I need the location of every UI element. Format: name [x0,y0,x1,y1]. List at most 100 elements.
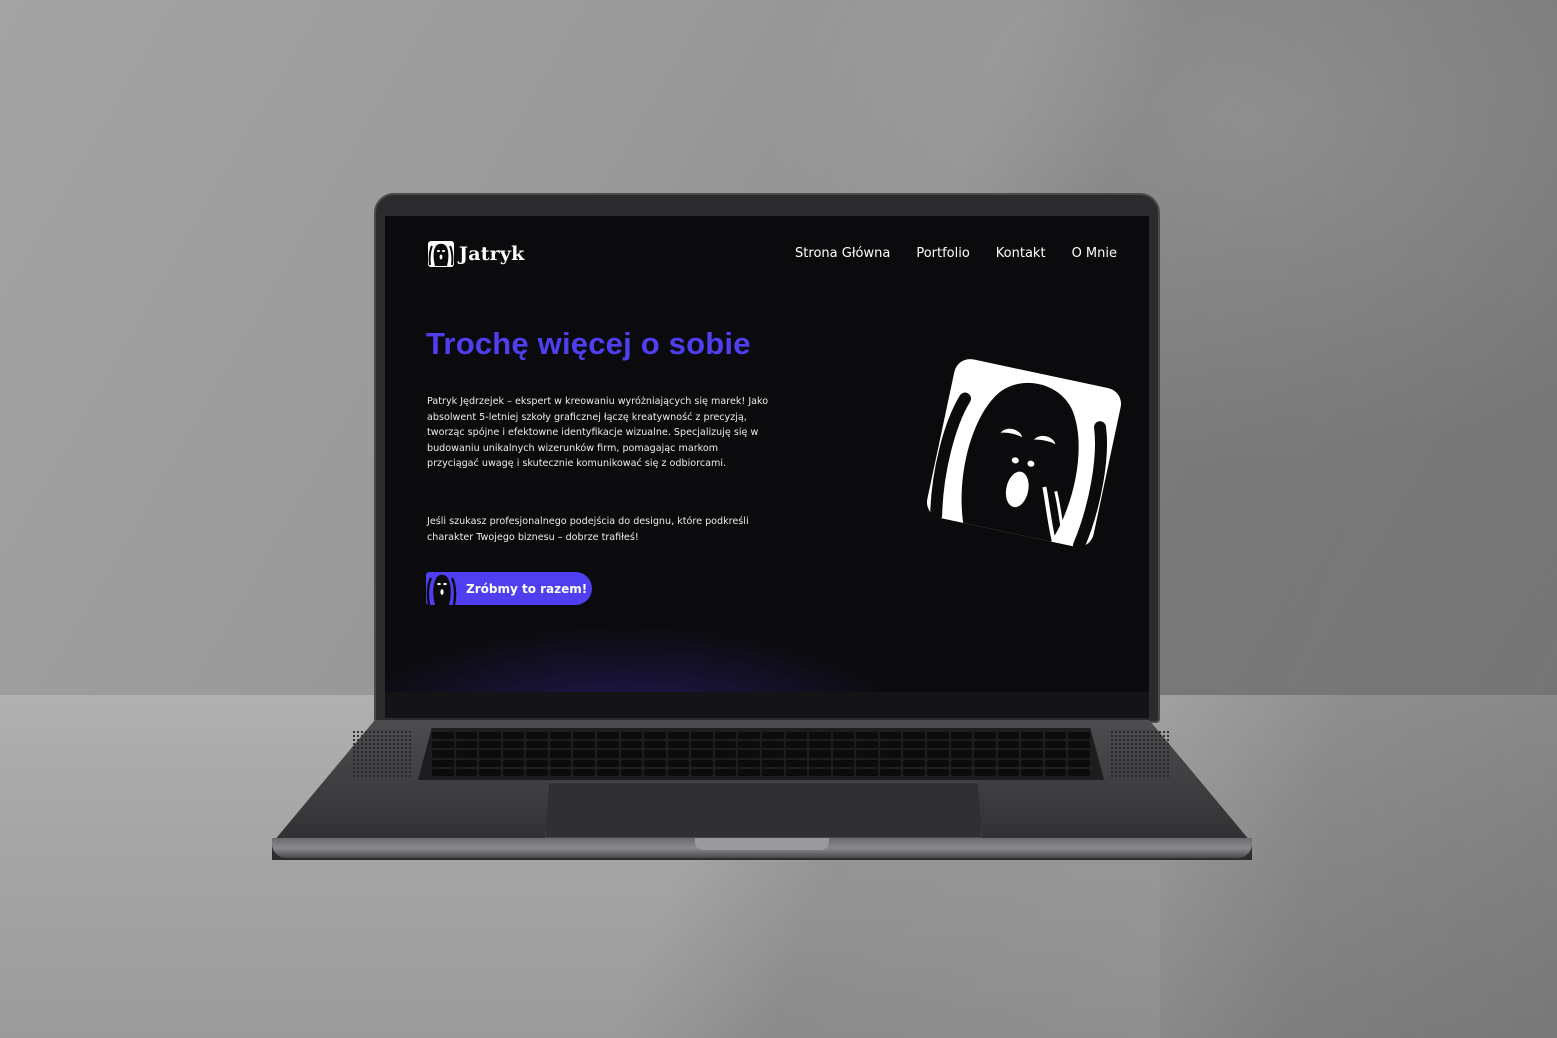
keyboard-key [1044,741,1067,749]
keyboard-key [667,732,690,740]
keyboard-key [856,768,878,776]
keyboard-key [903,768,925,776]
keyboard-key [997,750,1020,758]
keyboard-key [714,759,737,767]
keyboard-key [573,732,595,740]
keyboard-key [1068,768,1090,776]
trackpad [545,782,982,838]
laptop-notch [695,838,829,850]
keyboard-key [455,732,478,740]
site-header: Jatryk Strona Główna Portfolio Kontakt O… [427,238,1117,274]
cta-button[interactable]: Zróbmy to razem! [426,572,592,605]
keyboard-key [974,750,996,758]
scream-face-icon [428,241,454,267]
keyboard-key [1068,732,1090,740]
keyboard-key [549,741,572,749]
keyboard-key [738,768,760,776]
nav-item-home[interactable]: Strona Główna [795,246,890,261]
main-nav: Strona Główna Portfolio Kontakt O Mnie [795,246,1117,261]
keyboard-key [714,732,737,740]
laptop-bottom-bezel [385,692,1149,718]
keyboard-key [691,768,713,776]
nav-item-about[interactable]: O Mnie [1072,246,1117,261]
keyboard-key [596,750,619,758]
keyboard-key [526,741,548,749]
keyboard-key [738,732,760,740]
keyboard-key [903,732,925,740]
keyboard-key [809,750,831,758]
keyboard-key [1021,759,1043,767]
keyboard-key [1044,768,1067,776]
keyboard-key [809,768,831,776]
keyboard-key [714,741,737,749]
nav-item-contact[interactable]: Kontakt [996,246,1046,261]
keyboard-key [620,741,643,749]
keyboard [418,728,1104,780]
keyboard-key [455,768,478,776]
keyboard-key [479,750,501,758]
keyboard-key [738,750,760,758]
keyboard-key [950,768,973,776]
scream-face-illustration [926,359,1122,552]
keyboard-key [432,768,454,776]
keyboard-key [761,741,784,749]
keyboard-key [761,750,784,758]
keyboard-key [620,750,643,758]
keyboard-key [432,732,454,740]
keyboard-key [997,732,1020,740]
keyboard-key [502,750,525,758]
keyboard-key [879,768,902,776]
keyboard-key [926,741,949,749]
keyboard-key [714,768,737,776]
keyboard-key [974,768,996,776]
keyboard-key [455,750,478,758]
keyboard-key [596,768,619,776]
keyboard-key [997,759,1020,767]
keyboard-key [479,732,501,740]
site-logo[interactable]: Jatryk [427,240,525,268]
keyboard-key [997,768,1020,776]
keyboard-key [691,759,713,767]
keyboard-key [502,741,525,749]
keyboard-key [1068,759,1090,767]
keyboard-key [738,741,760,749]
keyboard-key [832,741,855,749]
keyboard-key [1044,759,1067,767]
keyboard-key [856,759,878,767]
keyboard-key [432,741,454,749]
keyboard-key [1021,741,1043,749]
keyboard-key [573,768,595,776]
keyboard-key [644,732,666,740]
speaker-grille-right [1110,730,1170,778]
keyboard-key [714,750,737,758]
keyboard-key [997,741,1020,749]
keyboard-key [832,750,855,758]
floor-shadow [1160,695,1557,1038]
keyboard-key [549,750,572,758]
keyboard-key [832,768,855,776]
keyboard-key [479,741,501,749]
keyboard-key [667,750,690,758]
keyboard-key [809,732,831,740]
keyboard-key [596,741,619,749]
keyboard-key [549,759,572,767]
keyboard-key [455,759,478,767]
keyboard-key [832,732,855,740]
scream-face-icon [426,572,457,605]
keyboard-key [879,741,902,749]
keyboard-key [620,732,643,740]
keyboard-key [809,741,831,749]
keyboard-key [1068,750,1090,758]
keyboard-key [455,741,478,749]
keyboard-key [644,759,666,767]
keyboard-key [879,750,902,758]
keyboard-key [809,759,831,767]
nav-item-portfolio[interactable]: Portfolio [916,246,969,261]
keyboard-key [856,750,878,758]
laptop-screen: Jatryk Strona Główna Portfolio Kontakt O… [385,216,1149,692]
keyboard-key [1021,732,1043,740]
keyboard-key [526,732,548,740]
keyboard-key [526,759,548,767]
keyboard-key [573,750,595,758]
hero-paragraph-1: Patryk Jędrzejek – ekspert w kreowaniu w… [427,396,769,470]
